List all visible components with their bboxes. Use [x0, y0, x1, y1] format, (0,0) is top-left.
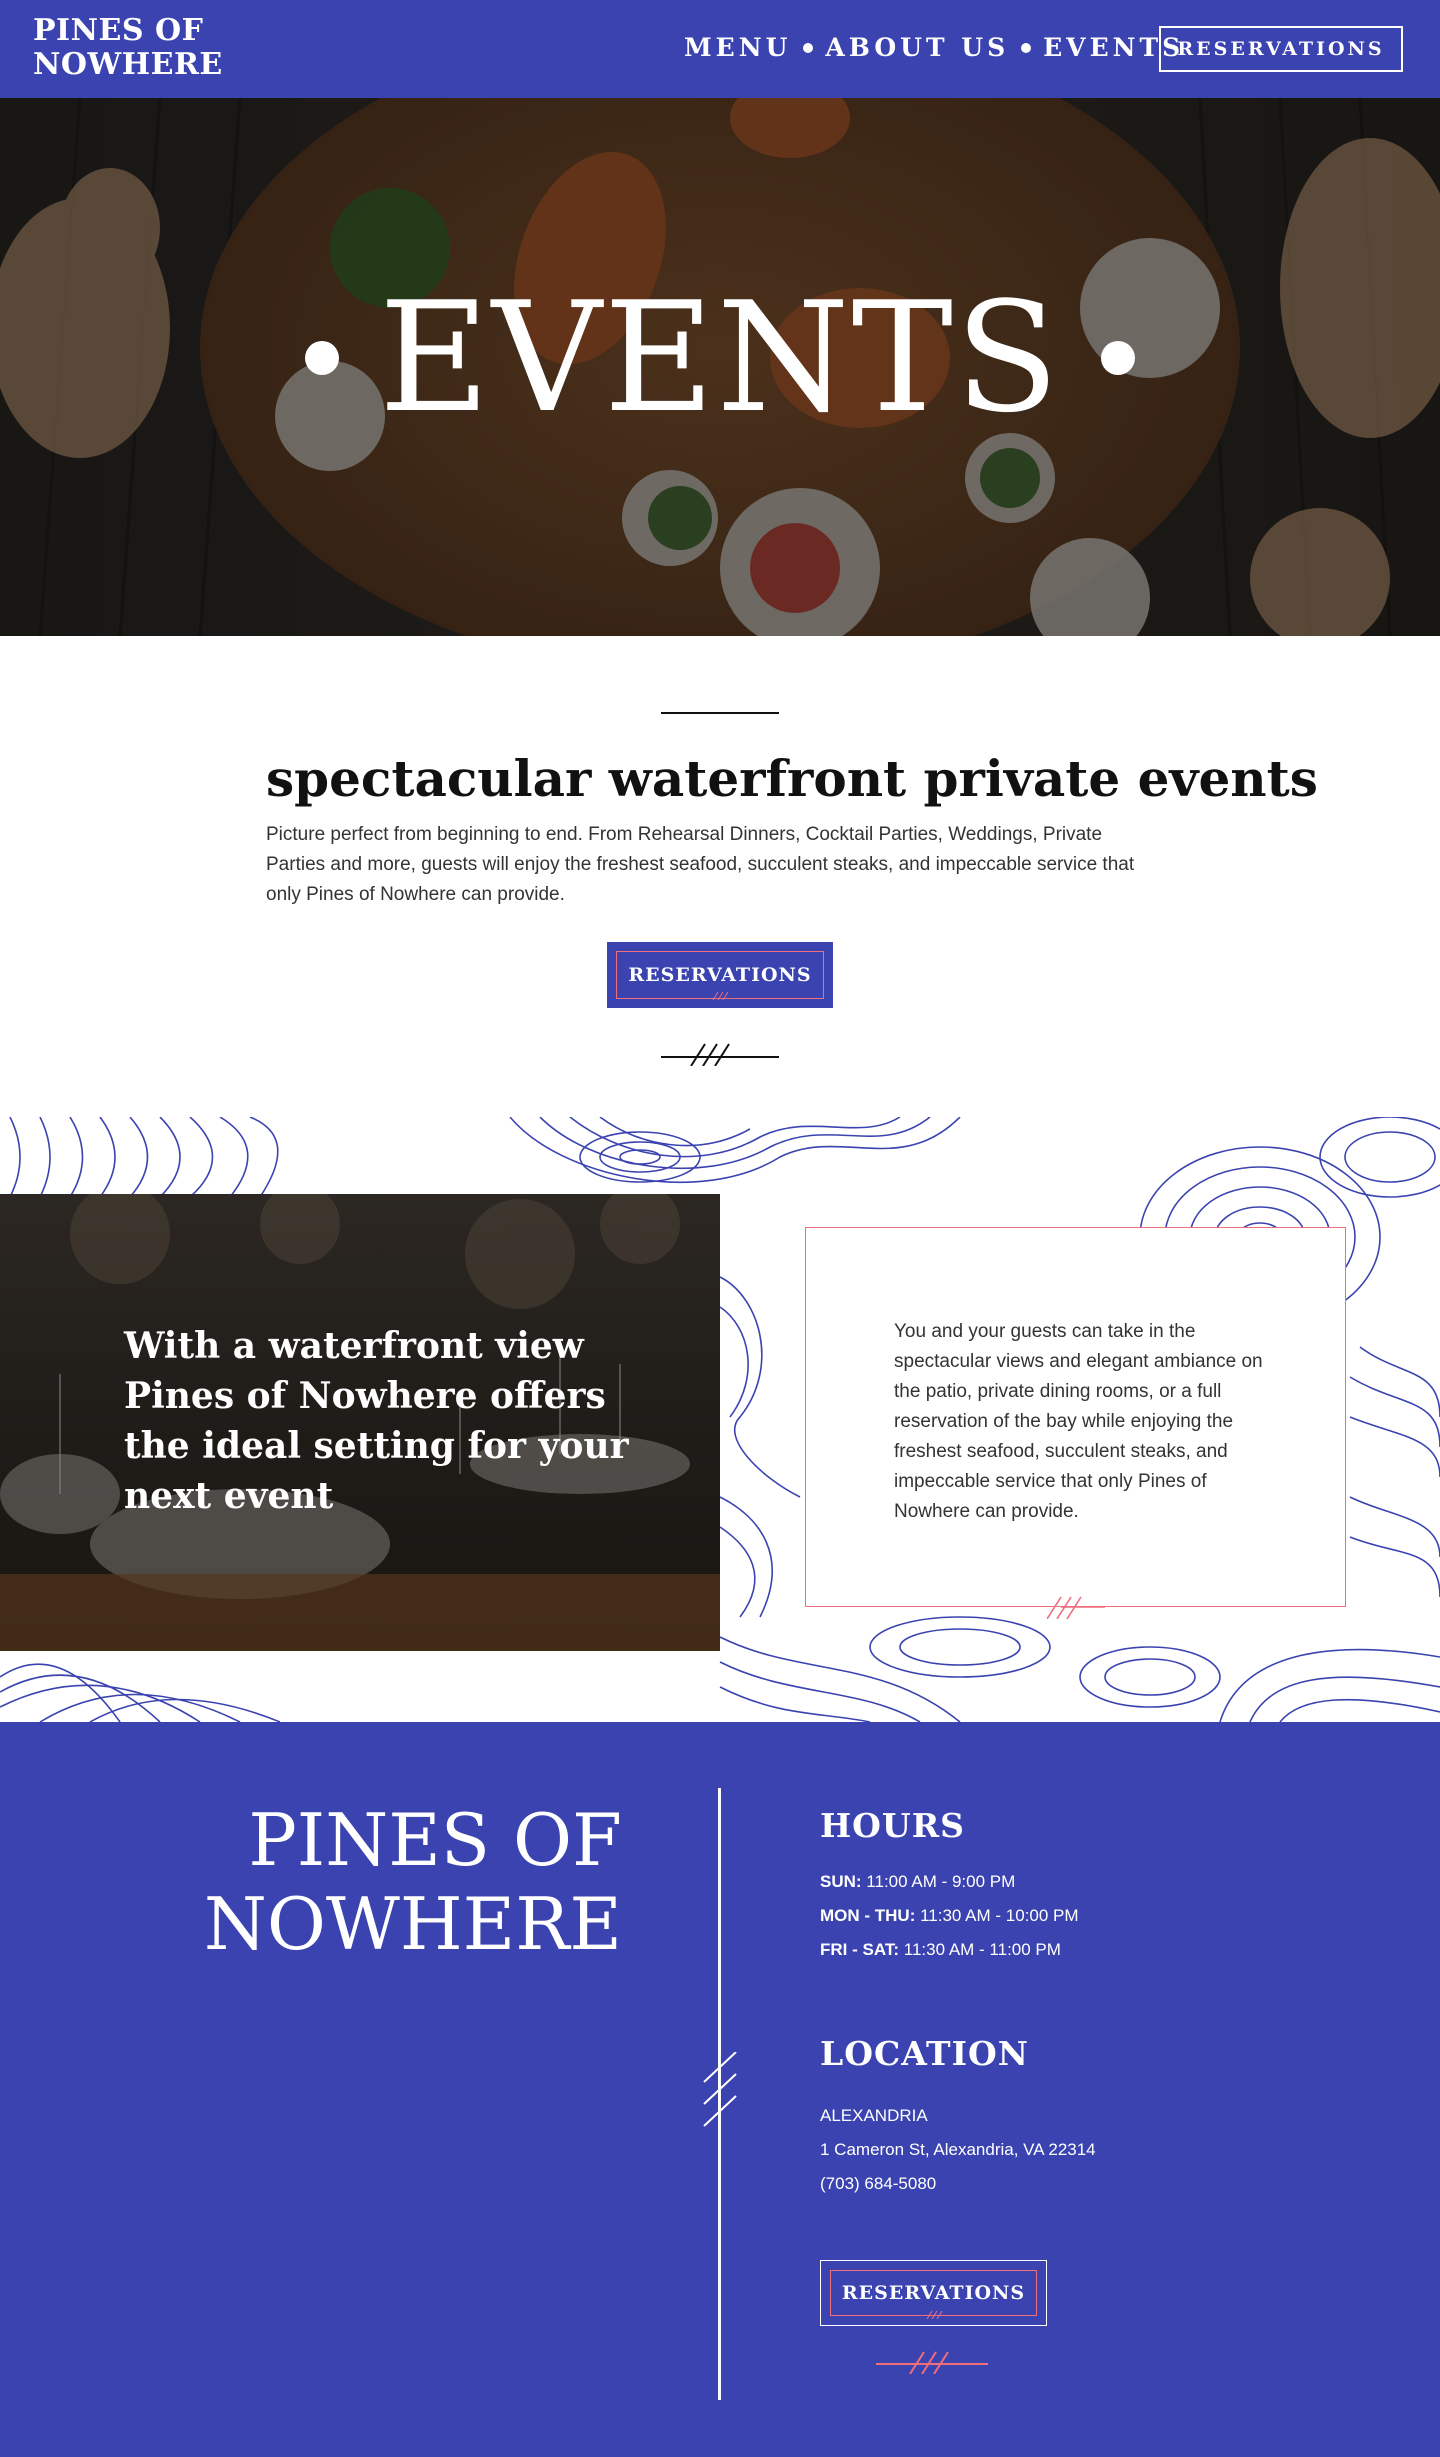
- hours-days: MON - THU:: [820, 1906, 916, 1925]
- location-city: ALEXANDRIA: [820, 2106, 928, 2125]
- hero-title-text: EVENTS: [378, 269, 1062, 446]
- site-header: PINES OF NOWHERE MENU ABOUT US EVENTS RE…: [0, 0, 1440, 98]
- hours-heading: HOURS: [820, 1806, 965, 1845]
- logo[interactable]: PINES OF NOWHERE: [33, 14, 223, 82]
- feature-headline: With a waterfront view Pines of Nowhere …: [124, 1325, 629, 1517]
- hours-days: FRI - SAT:: [820, 1940, 900, 1959]
- intro-reservations-button[interactable]: RESERVATIONS: [607, 942, 833, 1008]
- logo-line-2: NOWHERE: [33, 47, 223, 82]
- hours-time: 11:30 AM - 10:00 PM: [920, 1906, 1079, 1925]
- location-heading: LOCATION: [820, 2034, 1029, 2073]
- hours-row-mon-thu: MON - THU: 11:30 AM - 10:00 PM: [820, 1906, 1079, 1926]
- logo-line-1: PINES OF: [33, 13, 204, 48]
- nav-separator-dot: [1021, 42, 1032, 53]
- hero-title: EVENTS: [0, 278, 1440, 438]
- hours-row-fri-sat: FRI - SAT: 11:30 AM - 11:00 PM: [820, 1940, 1061, 1960]
- hours-row-sun: SUN: 11:00 AM - 9:00 PM: [820, 1872, 1015, 1892]
- footer-reservations-button[interactable]: RESERVATIONS: [820, 2260, 1047, 2326]
- hours-days: SUN:: [820, 1872, 862, 1891]
- intro-heading: spectacular waterfront private events: [266, 749, 1318, 808]
- hours-time: 11:00 AM - 9:00 PM: [866, 1872, 1016, 1891]
- header-reservations-button[interactable]: RESERVATIONS: [1159, 26, 1403, 72]
- footer-brand-line-1: PINES OF: [248, 1798, 622, 1882]
- footer-slash-deco-icon: [876, 2351, 988, 2374]
- divider-slash-deco-icon: [703, 2052, 737, 2127]
- hours-time: 11:30 AM - 11:00 PM: [903, 1940, 1061, 1959]
- main-nav: MENU ABOUT US EVENTS: [684, 33, 1184, 62]
- feature-card-text: You and your guests can take in the spec…: [894, 1321, 1263, 1522]
- title-dot-right: [1101, 341, 1136, 375]
- nav-about-link[interactable]: ABOUT US: [825, 33, 1009, 62]
- card-slash-deco-icon: [1047, 1596, 1105, 1619]
- button-slash-deco-icon: [926, 2311, 943, 2319]
- location-phone[interactable]: (703) 684-5080: [820, 2174, 936, 2194]
- slash-divider-icon: [661, 1043, 779, 1066]
- footer-brand-name: PINES OF NOWHERE: [160, 1798, 622, 1966]
- button-slash-deco-icon: [712, 992, 729, 1000]
- feature-card: You and your guests can take in the spec…: [805, 1227, 1346, 1607]
- title-dot-left: [304, 341, 339, 375]
- hero-banner: EVENTS: [0, 98, 1440, 636]
- nav-menu-link[interactable]: MENU: [684, 33, 791, 62]
- footer-brand-line-2: NOWHERE: [203, 1882, 622, 1966]
- intro-divider: [661, 712, 779, 714]
- footer-reservations-label: RESERVATIONS: [830, 2270, 1037, 2316]
- site-footer: PINES OF NOWHERE HOURS SUN: 11:00 AM - 9…: [0, 1722, 1440, 2457]
- intro-paragraph: Picture perfect from beginning to end. F…: [266, 824, 1135, 905]
- feature-section: With a waterfront view Pines of Nowhere …: [0, 1117, 1440, 1722]
- restaurant-interior-photo: With a waterfront view Pines of Nowhere …: [0, 1194, 720, 1651]
- location-address[interactable]: 1 Cameron St, Alexandria, VA 22314: [820, 2140, 1096, 2160]
- nav-separator-dot: [803, 42, 814, 53]
